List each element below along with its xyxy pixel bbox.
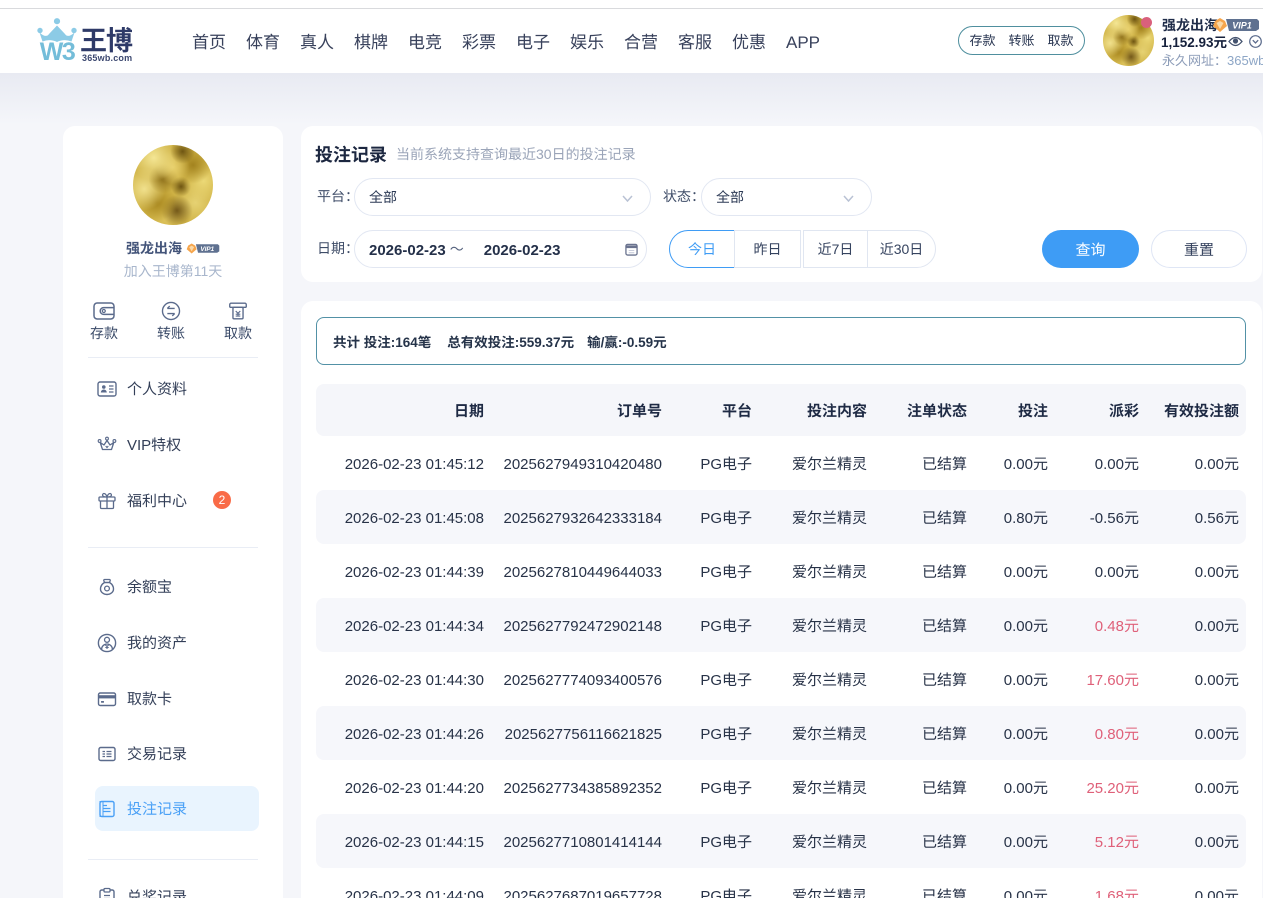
svg-text:VIP1: VIP1	[200, 246, 214, 253]
svg-text:W3: W3	[40, 38, 75, 63]
svg-text:VIP1: VIP1	[1232, 21, 1252, 31]
